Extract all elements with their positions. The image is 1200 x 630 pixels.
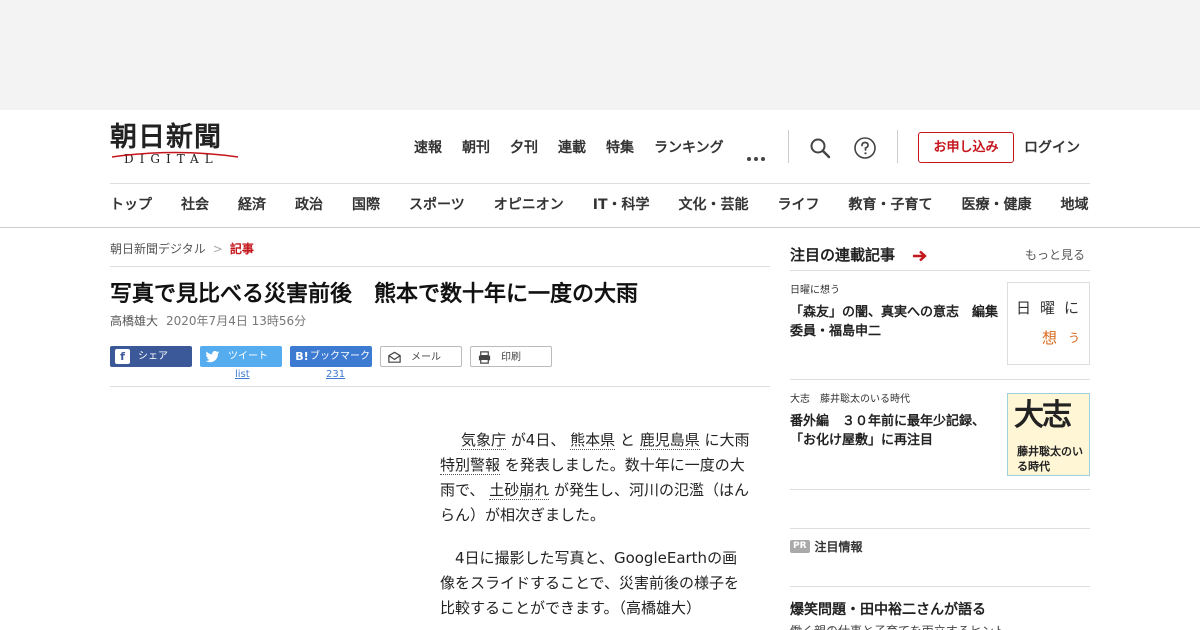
paragraph-text: が4日、 xyxy=(510,431,566,449)
topnav-item-yukan[interactable]: 夕刊 xyxy=(510,138,538,158)
article-body: 気象庁 が4日、 熊本県 と 鹿児島県 に大雨 特別警報 を発表しました。数十年… xyxy=(440,428,750,630)
pr-article-subtitle[interactable]: 働く親の仕事と子育てを両立するヒント xyxy=(790,622,1006,630)
topnav-item-choukan[interactable]: 朝刊 xyxy=(462,138,490,158)
series-article-card[interactable]: 日曜に想う 「森友」の闇、真実への意志 編集委員・福島申二 日曜に 想 う xyxy=(790,282,1090,365)
facebook-icon: f xyxy=(115,349,130,364)
subscribe-button[interactable]: お申し込み xyxy=(918,132,1014,163)
sidebar-divider xyxy=(790,489,1090,490)
mail-share-button[interactable]: メール xyxy=(380,346,462,367)
category-international[interactable]: 国際 xyxy=(352,195,380,215)
keyword-link[interactable]: 土砂崩れ xyxy=(489,481,550,500)
category-opinion[interactable]: オピニオン xyxy=(494,195,564,215)
topnav-item-tokushu[interactable]: 特集 xyxy=(606,138,634,158)
hatena-bookmark-count[interactable]: 231 xyxy=(326,369,345,380)
paragraph-text: に大雨 xyxy=(704,431,750,449)
keyword-link[interactable]: 鹿児島県 xyxy=(639,431,700,450)
paragraph-text: と xyxy=(619,431,635,449)
category-top[interactable]: トップ xyxy=(110,195,152,215)
category-life[interactable]: ライフ xyxy=(778,195,820,215)
paragraph-text: が発生し、河川の氾濫（はんらん）が相次ぎました。 xyxy=(440,481,749,524)
topnav-item-rensai[interactable]: 連載 xyxy=(558,138,586,158)
breadcrumb-current: 記事 xyxy=(229,242,254,256)
breadcrumb-separator: > xyxy=(212,242,223,256)
header-divider xyxy=(788,130,789,163)
category-education[interactable]: 教育・子育て xyxy=(849,195,933,215)
article-headline: 写真で見比べる災害前後 熊本で数十年に一度の大雨 xyxy=(110,282,639,307)
series-article-title[interactable]: 「森友」の闇、真実への意志 編集委員・福島申二 xyxy=(790,303,1000,341)
top-nav: 速報 朝刊 夕刊 連載 特集 ランキング xyxy=(414,138,744,158)
article-paragraph: 4日に撮影した写真と、GoogleEarthの画像をスライドすることで、災害前後… xyxy=(440,549,739,617)
logo-main-text: 朝日新聞 xyxy=(110,122,222,153)
print-label: 印刷 xyxy=(501,352,521,363)
arrow-right-icon[interactable] xyxy=(912,250,928,262)
print-button[interactable]: 印刷 xyxy=(470,346,552,367)
publish-date: 2020年7月4日 13時56分 xyxy=(166,314,307,328)
twitter-share-button[interactable]: ツイート xyxy=(200,346,282,367)
ad-banner-area xyxy=(0,0,1200,110)
help-icon[interactable] xyxy=(853,136,877,160)
series-thumbnail[interactable]: 日曜に 想 う xyxy=(1007,282,1090,365)
category-society[interactable]: 社会 xyxy=(181,195,209,215)
site-header: 朝日新聞 DIGITAL 速報 朝刊 夕刊 連載 特集 ランキング お申し込み … xyxy=(0,110,1200,228)
sidebar-divider xyxy=(790,379,1090,380)
pr-article-title[interactable]: 爆笑問題・田中裕二さんが語る xyxy=(790,600,986,620)
keyword-link[interactable]: 熊本県 xyxy=(570,431,616,450)
mail-share-label: メール xyxy=(411,352,441,363)
author-name: 高橋雄大 xyxy=(110,314,159,328)
breadcrumb: 朝日新聞デジタル > 記事 xyxy=(110,240,254,258)
category-region[interactable]: 地域 xyxy=(1061,195,1089,215)
thumbnail-text: 日曜に xyxy=(1016,299,1089,317)
topnav-item-sokuho[interactable]: 速報 xyxy=(414,138,442,158)
header-divider xyxy=(897,130,898,163)
category-economy[interactable]: 経済 xyxy=(238,195,266,215)
sidebar-divider xyxy=(790,586,1090,587)
keyword-link[interactable]: 気象庁 xyxy=(461,431,507,450)
thumbnail-text: 藤井聡太のいる時代 xyxy=(1017,445,1083,473)
logo-arc-icon xyxy=(111,151,239,158)
breadcrumb-divider xyxy=(110,266,770,267)
breadcrumb-home[interactable]: 朝日新聞デジタル xyxy=(110,242,206,256)
header-separator xyxy=(110,183,1090,184)
featured-series-title[interactable]: 注目の連載記事 xyxy=(790,244,895,266)
hatena-bookmark-button[interactable]: B! ブックマーク xyxy=(290,346,372,367)
thumbnail-text: う xyxy=(1068,331,1081,345)
see-more-link[interactable]: もっと見る xyxy=(1025,246,1085,264)
series-thumbnail[interactable]: 大志 藤井聡太のいる時代 xyxy=(1007,393,1090,476)
hatena-bookmark-label: ブックマーク xyxy=(310,351,370,362)
series-article-title[interactable]: 番外編 ３０年前に最年少記録、「お化け屋敷」に再注目 xyxy=(790,412,1000,450)
series-article-card[interactable]: 大志 藤井聡太のいる時代 番外編 ３０年前に最年少記録、「お化け屋敷」に再注目 … xyxy=(790,393,1090,476)
facebook-share-label: シェア xyxy=(138,351,168,362)
more-menu-icon[interactable] xyxy=(747,146,768,165)
sidebar-divider xyxy=(790,528,1090,529)
category-nav: トップ 社会 経済 政治 国際 スポーツ オピニオン IT・科学 文化・芸能 ラ… xyxy=(110,195,1200,215)
twitter-icon xyxy=(205,350,220,363)
thumbnail-text: 想 xyxy=(1042,329,1058,347)
sidebar-divider xyxy=(790,270,1090,271)
printer-icon xyxy=(478,351,491,364)
category-politics[interactable]: 政治 xyxy=(295,195,323,215)
pr-badge: PR xyxy=(790,540,810,553)
twitter-share-label: ツイート xyxy=(228,351,268,362)
category-it-science[interactable]: IT・科学 xyxy=(593,195,650,215)
pr-label: 注目情報 xyxy=(814,540,863,554)
twitter-count[interactable]: list xyxy=(235,369,250,380)
search-icon[interactable] xyxy=(808,136,832,160)
login-link[interactable]: ログイン xyxy=(1024,138,1080,158)
pr-section-header: PR 注目情報 xyxy=(790,536,863,555)
asahi-logo[interactable]: 朝日新聞 DIGITAL xyxy=(110,124,240,170)
topnav-item-ranking[interactable]: ランキング xyxy=(654,138,724,158)
mail-icon xyxy=(388,351,401,363)
thumbnail-text: 大志 xyxy=(1014,398,1072,433)
facebook-share-button[interactable]: f シェア xyxy=(110,346,192,367)
article-byline: 高橋雄大 2020年7月4日 13時56分 xyxy=(110,312,306,330)
article-paragraph: 気象庁 が4日、 熊本県 と 鹿児島県 に大雨 特別警報 を発表しました。数十年… xyxy=(440,428,750,528)
hatena-bookmark-icon: B! xyxy=(295,350,309,363)
keyword-link[interactable]: 特別警報 xyxy=(440,456,501,475)
category-culture[interactable]: 文化・芸能 xyxy=(679,195,749,215)
share-divider xyxy=(110,386,770,387)
category-health[interactable]: 医療・健康 xyxy=(962,195,1032,215)
category-sports[interactable]: スポーツ xyxy=(409,195,465,215)
